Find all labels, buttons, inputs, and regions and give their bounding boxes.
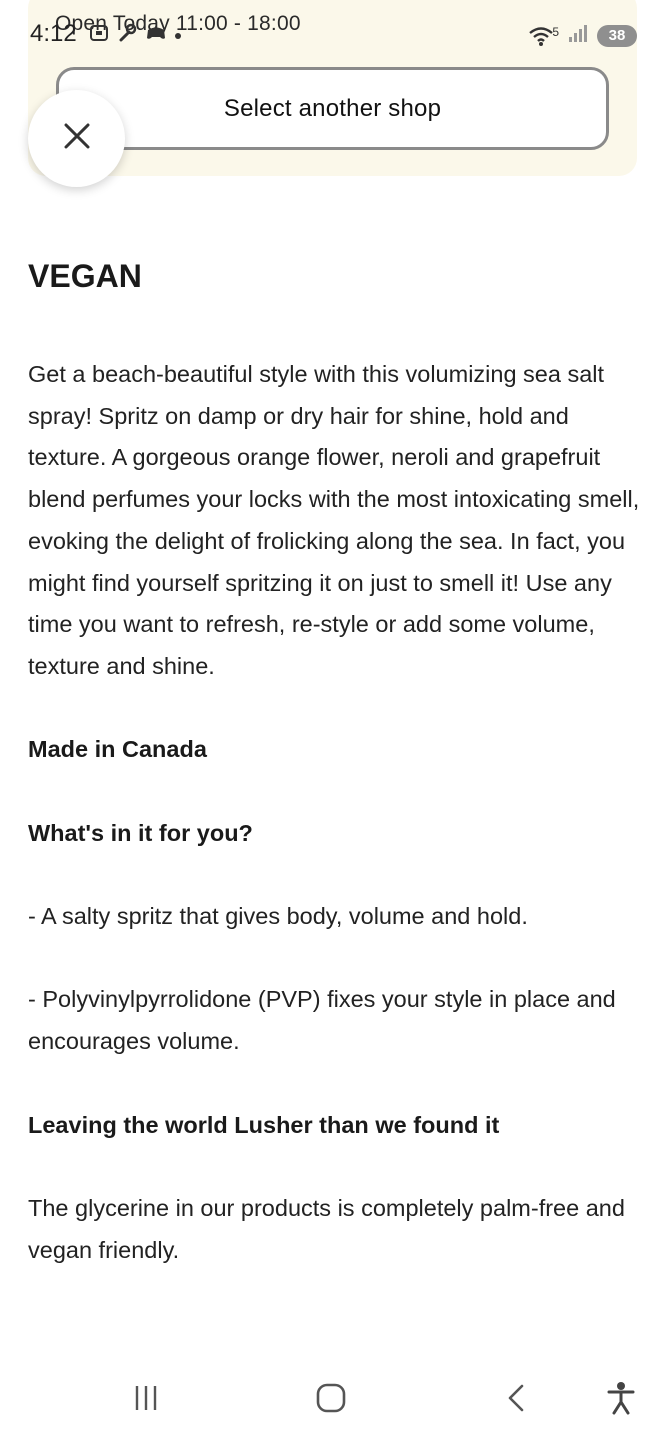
screenshot-icon xyxy=(88,22,110,49)
close-button[interactable] xyxy=(28,90,125,187)
home-button[interactable] xyxy=(311,1380,351,1420)
navigation-bar xyxy=(0,1360,665,1440)
recent-apps-icon xyxy=(131,1383,161,1418)
status-icons-left xyxy=(88,22,182,49)
home-icon xyxy=(315,1382,347,1419)
benefit-item: - Polyvinylpyrrolidone (PVP) fixes your … xyxy=(28,986,616,1055)
back-icon xyxy=(502,1383,532,1418)
signal-icon xyxy=(567,22,589,49)
status-icons-right: 5 38 xyxy=(528,22,637,49)
made-in-label: Made in Canada xyxy=(28,736,207,763)
close-icon xyxy=(62,121,92,156)
accessibility-icon xyxy=(606,1381,636,1420)
product-details: VEGAN Get a beach-beautiful style with t… xyxy=(28,250,640,1271)
glycerine-note: The glycerine in our products is complet… xyxy=(28,1194,625,1263)
network-type-label: 5 xyxy=(552,24,559,39)
benefit-item: - A salty spritz that gives body, volume… xyxy=(28,903,528,930)
product-description: Get a beach-beautiful style with this vo… xyxy=(28,361,640,679)
recent-apps-button[interactable] xyxy=(126,1380,166,1420)
wrench-icon xyxy=(116,22,138,49)
accessibility-button[interactable] xyxy=(601,1380,641,1420)
lusher-heading: Leaving the world Lusher than we found i… xyxy=(28,1111,500,1138)
wifi-icon: 5 xyxy=(528,25,559,47)
back-button[interactable] xyxy=(497,1380,537,1420)
battery-icon: 38 xyxy=(597,24,637,47)
game-icon xyxy=(144,22,168,49)
select-another-shop-button[interactable]: Select another shop xyxy=(56,67,609,150)
status-time: 4:12 xyxy=(30,20,77,47)
whats-in-it-heading: What's in it for you? xyxy=(28,819,253,846)
notification-dot-icon xyxy=(174,22,182,49)
product-heading: VEGAN xyxy=(28,258,142,294)
